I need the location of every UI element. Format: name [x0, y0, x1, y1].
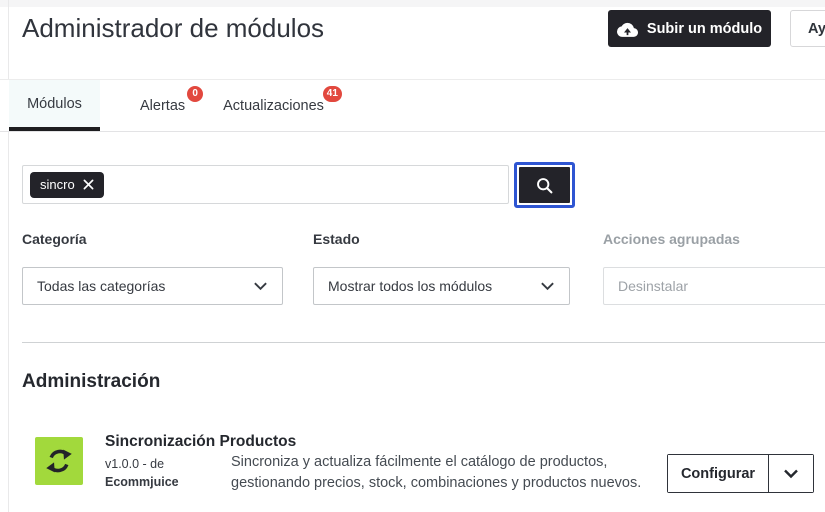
search-tag: sincro: [30, 171, 104, 198]
status-select[interactable]: Mostrar todos los módulos: [313, 267, 570, 305]
bulk-actions-value: Desinstalar: [618, 278, 689, 294]
close-icon[interactable]: [83, 179, 94, 190]
status-select-value: Mostrar todos los módulos: [328, 278, 493, 294]
tab-actualizaciones-label: Actualizaciones: [223, 97, 324, 114]
help-button[interactable]: Ayuda: [790, 10, 825, 47]
category-select[interactable]: Todas las categorías: [22, 267, 283, 305]
upload-module-button[interactable]: Subir un módulo: [608, 10, 771, 47]
tab-alertas-label: Alertas: [140, 97, 186, 114]
panel-left-border: [8, 0, 9, 512]
tab-alertas[interactable]: Alertas 0: [120, 80, 204, 131]
search-icon: [535, 176, 554, 195]
page-title: Administrador de módulos: [22, 13, 325, 43]
tab-modulos-label: Módulos: [27, 95, 82, 112]
module-version: v1.0.0 - de: [105, 457, 165, 471]
bulk-actions-label: Acciones agrupadas: [603, 231, 740, 247]
status-filter-label: Estado: [313, 231, 360, 247]
configure-dropdown-toggle[interactable]: [768, 455, 813, 492]
section-divider: [22, 342, 825, 343]
category-select-value: Todas las categorías: [37, 278, 166, 294]
module-author: Ecommjuice: [105, 475, 179, 489]
tab-actualizaciones[interactable]: Actualizaciones 41: [203, 80, 342, 131]
configure-button[interactable]: Configurar: [668, 455, 768, 492]
category-filter-label: Categoría: [22, 231, 87, 247]
alertas-badge: 0: [187, 86, 204, 102]
search-input[interactable]: sincro: [22, 165, 509, 204]
chevron-down-icon: [253, 281, 268, 291]
upload-module-label: Subir un módulo: [646, 20, 763, 37]
tabbar: Módulos Alertas 0 Actualizaciones 41: [0, 79, 825, 132]
section-heading: Administración: [22, 371, 161, 392]
configure-split-button: Configurar: [667, 454, 814, 493]
sync-icon: [35, 437, 83, 485]
chevron-down-icon: [540, 281, 555, 291]
search-tag-label: sincro: [40, 177, 75, 192]
chevron-down-icon: [783, 468, 799, 479]
top-strip: [0, 0, 825, 7]
tab-modulos[interactable]: Módulos: [9, 80, 100, 131]
search-button[interactable]: [519, 167, 570, 203]
actualizaciones-badge: 41: [322, 86, 342, 102]
module-manager-page: Administrador de módulos Subir un módulo…: [0, 0, 825, 512]
module-name[interactable]: Sincronización Productos: [105, 433, 296, 451]
search-button-focus-ring: [514, 162, 575, 208]
cloud-upload-icon: [616, 21, 638, 37]
module-description: Sincroniza y actualiza fácilmente el cat…: [231, 454, 642, 491]
bulk-actions-select: Desinstalar: [603, 267, 825, 305]
